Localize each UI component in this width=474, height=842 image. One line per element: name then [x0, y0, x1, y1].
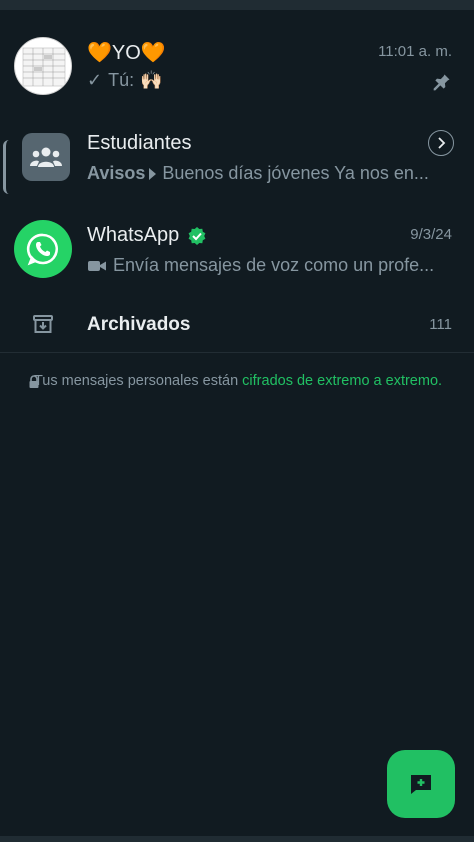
- pin-icon: [433, 74, 450, 91]
- archived-label: Archivados: [87, 314, 191, 335]
- chat-row-yo[interactable]: 🧡YO🧡 11:01 a. m. ✓ Tú: 🙌🏻: [0, 30, 474, 106]
- chat-name: 🧡YO🧡: [87, 42, 166, 64]
- chat-time: 11:01 a. m.: [378, 43, 452, 60]
- navigation-bar-strip: [0, 836, 474, 842]
- encryption-end: .: [438, 373, 443, 389]
- community-open-button[interactable]: [428, 130, 454, 156]
- encryption-link[interactable]: cifrados de extremo a extremo: [242, 373, 438, 389]
- chat-avatar[interactable]: [14, 37, 72, 95]
- preview-group: Avisos: [87, 163, 146, 183]
- community-indicator: [3, 140, 15, 194]
- group-people-icon: [30, 147, 62, 167]
- archived-row[interactable]: Archivados 111: [0, 306, 474, 346]
- preview-text: 🙌🏻: [140, 70, 163, 90]
- whatsapp-avatar[interactable]: [14, 220, 72, 278]
- new-chat-icon: [411, 775, 431, 794]
- check-icon: ✓: [87, 70, 103, 90]
- community-icon[interactable]: [22, 133, 70, 181]
- chat-time: 9/3/24: [410, 226, 452, 243]
- preview-text: Buenos días jóvenes Ya nos en...: [162, 163, 429, 183]
- encryption-text: Tus mensajes personales están: [33, 373, 243, 389]
- chevron-right-icon: [438, 137, 446, 149]
- whatsapp-logo-icon: [26, 233, 59, 266]
- preview-sender: Tú:: [108, 70, 135, 90]
- chat-preview: ✓ Tú: 🙌🏻: [87, 70, 163, 91]
- community-row-estudiantes[interactable]: Estudiantes Avisos Buenos días jóvenes Ya…: [0, 122, 474, 202]
- status-bar-strip: [0, 0, 474, 10]
- verified-badge-icon: [188, 226, 206, 245]
- video-camera-icon: [88, 260, 106, 271]
- community-name: Estudiantes: [87, 132, 192, 154]
- new-chat-button[interactable]: [387, 750, 455, 818]
- archive-icon: [33, 315, 53, 333]
- chat-preview: Envía mensajes de voz como un profe...: [87, 255, 449, 276]
- preview-text: Envía mensajes de voz como un profe...: [113, 255, 435, 275]
- document-thumbnail-icon: [22, 47, 66, 87]
- chat-name-text: WhatsApp: [87, 224, 180, 246]
- chat-row-whatsapp[interactable]: WhatsApp 9/3/24 Envía mensajes de voz co…: [0, 214, 474, 294]
- archived-count: 111: [429, 316, 452, 333]
- community-preview: Avisos Buenos días jóvenes Ya nos en...: [87, 163, 449, 184]
- divider: [0, 352, 474, 353]
- chat-name: WhatsApp: [87, 224, 207, 247]
- triangle-right-icon: [149, 167, 157, 180]
- encryption-notice: Tus mensajes personales están cifrados d…: [26, 372, 450, 391]
